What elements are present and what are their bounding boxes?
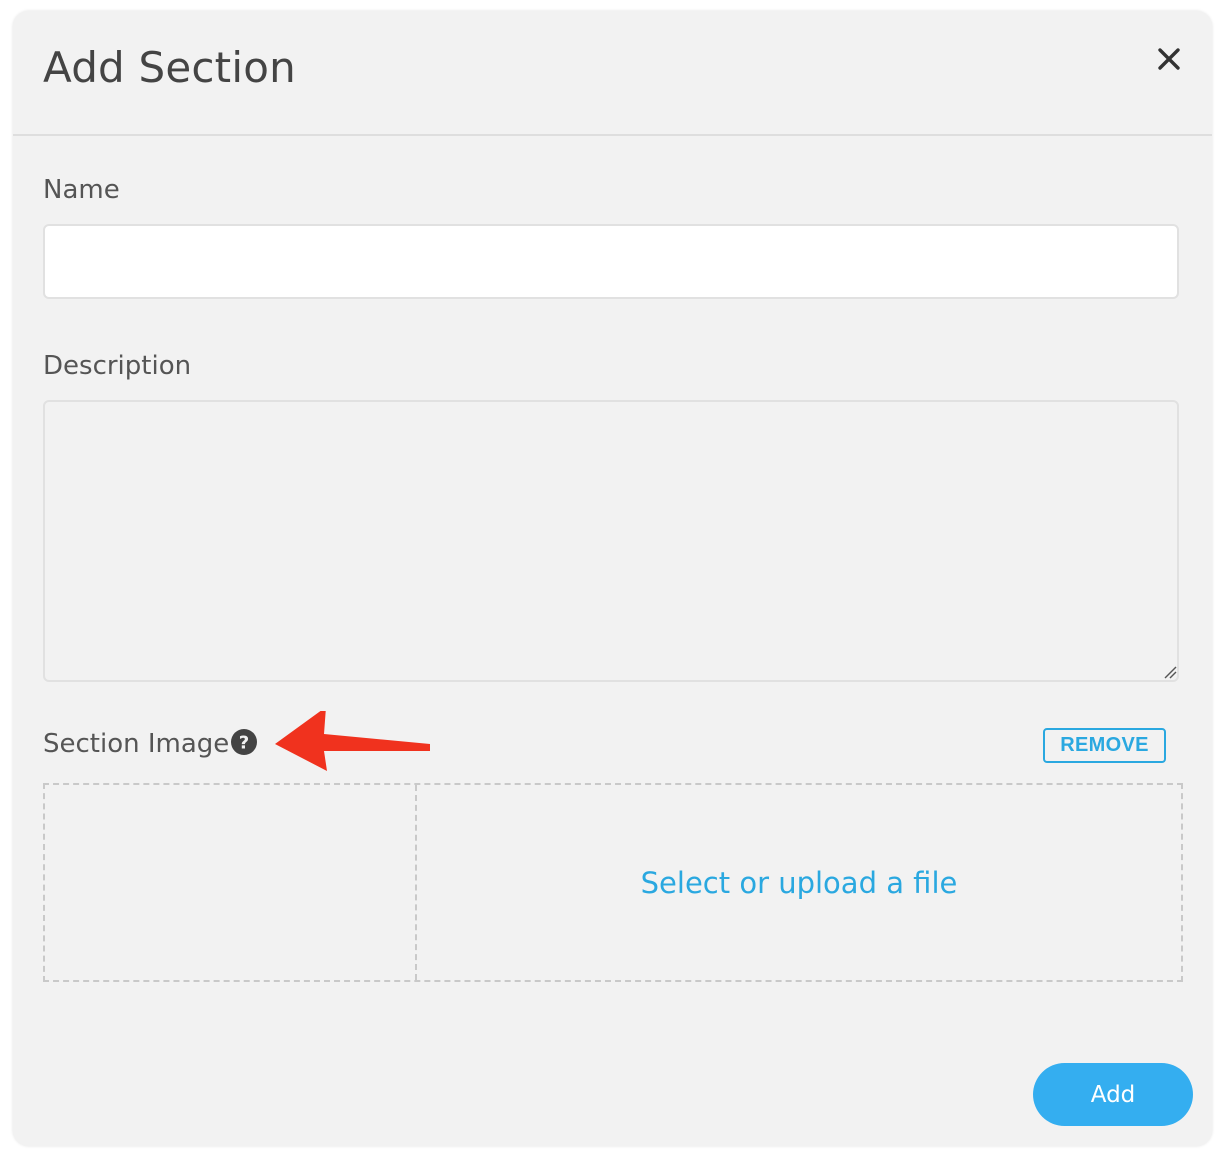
select-or-upload-link[interactable]: Select or upload a file bbox=[417, 785, 1181, 980]
svg-text:?: ? bbox=[239, 733, 249, 754]
image-preview-placeholder bbox=[45, 785, 417, 980]
name-label: Name bbox=[43, 175, 120, 205]
image-upload-area: Select or upload a file bbox=[43, 783, 1183, 982]
add-button[interactable]: Add bbox=[1033, 1063, 1193, 1126]
modal-title: Add Section bbox=[43, 43, 296, 92]
section-image-label: Section Image bbox=[43, 729, 230, 759]
description-label: Description bbox=[43, 351, 192, 381]
annotation-arrow-icon bbox=[275, 711, 430, 771]
remove-image-button[interactable]: REMOVE bbox=[1043, 728, 1166, 763]
name-input[interactable] bbox=[43, 224, 1179, 299]
description-textarea[interactable] bbox=[43, 400, 1179, 682]
modal-header: Add Section bbox=[13, 11, 1212, 136]
resize-grip-icon[interactable] bbox=[1163, 665, 1177, 679]
add-section-modal: Add Section Name Description Section Ima… bbox=[13, 11, 1212, 1146]
question-circle-icon[interactable]: ? bbox=[230, 728, 258, 756]
close-icon[interactable] bbox=[1156, 46, 1182, 72]
